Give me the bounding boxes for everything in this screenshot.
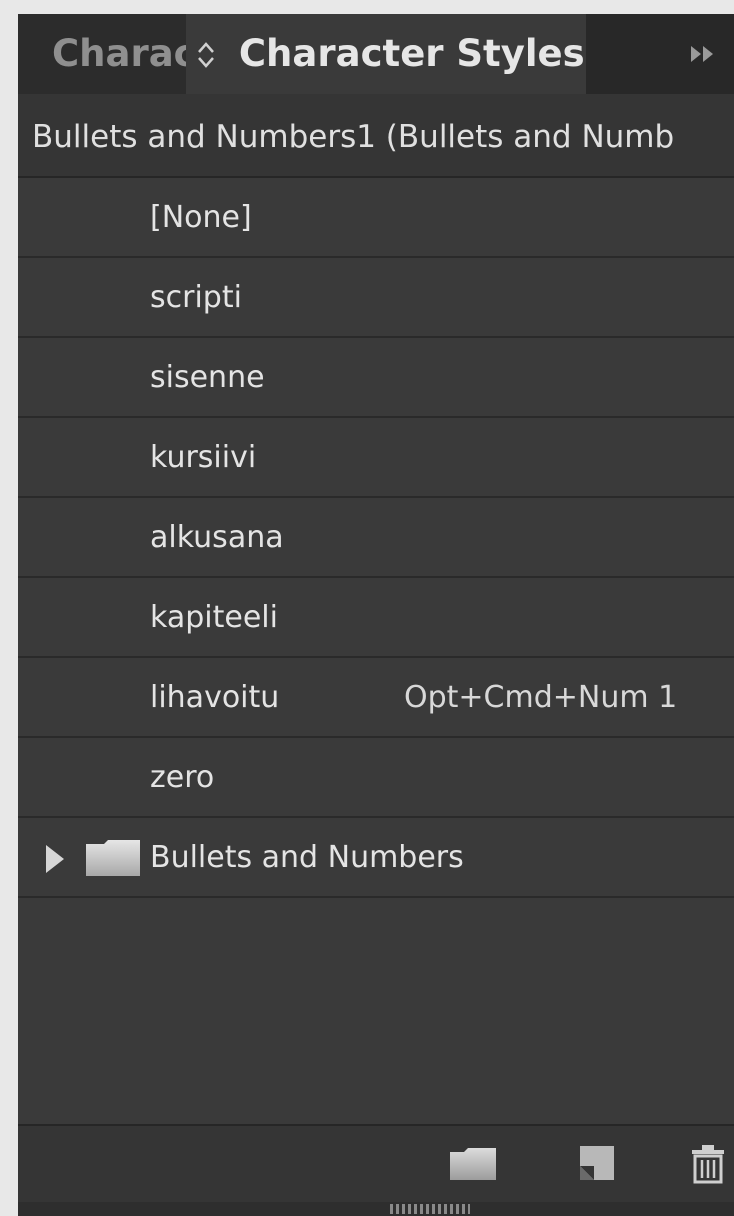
list-item-kapiteeli[interactable]: kapiteeli bbox=[18, 578, 734, 658]
list-item-scripti[interactable]: scripti bbox=[18, 258, 734, 338]
grip-lines bbox=[390, 1204, 470, 1214]
tab-character[interactable]: Charac bbox=[18, 14, 186, 94]
list-item-lihavoitu[interactable]: lihavoitu Opt+Cmd+Num 1 bbox=[18, 658, 734, 738]
updown-arrows-icon bbox=[196, 14, 226, 94]
current-style-header: Bullets and Numbers1 (Bullets and Numb bbox=[18, 94, 734, 178]
style-name: [None] bbox=[150, 200, 252, 235]
new-style-group-icon[interactable] bbox=[448, 1144, 498, 1184]
style-name: scripti bbox=[150, 280, 242, 315]
list-item-alkusana[interactable]: alkusana bbox=[18, 498, 734, 578]
style-group-bullets-and-numbers[interactable]: Bullets and Numbers bbox=[18, 818, 734, 898]
style-shortcut: Opt+Cmd+Num 1 bbox=[404, 680, 678, 715]
list-item-sisenne[interactable]: sisenne bbox=[18, 338, 734, 418]
folder-icon bbox=[86, 840, 140, 876]
collapse-panel-button[interactable] bbox=[678, 14, 728, 94]
style-name: alkusana bbox=[150, 520, 284, 555]
panel-tab-bar: Charac Character Styles bbox=[18, 14, 734, 94]
style-name: sisenne bbox=[150, 360, 265, 395]
new-style-icon[interactable] bbox=[574, 1144, 618, 1184]
style-list: [None] scripti sisenne kursiivi alkusana… bbox=[18, 178, 734, 898]
list-item-zero[interactable]: zero bbox=[18, 738, 734, 818]
panel-footer bbox=[18, 1124, 734, 1204]
list-item-kursiivi[interactable]: kursiivi bbox=[18, 418, 734, 498]
trash-icon[interactable] bbox=[688, 1144, 728, 1184]
style-group-name: Bullets and Numbers bbox=[150, 840, 464, 875]
style-name: kapiteeli bbox=[150, 600, 278, 635]
character-styles-panel: Charac Character Styles Bullets and Numb… bbox=[18, 14, 734, 1216]
style-name: zero bbox=[150, 760, 215, 795]
current-style-title: Bullets and Numbers1 (Bullets and Numb bbox=[32, 119, 675, 155]
tab-character-styles[interactable]: Character Styles bbox=[186, 14, 586, 94]
tab-character-label: Charac bbox=[52, 32, 186, 75]
tab-character-styles-label: Character Styles bbox=[238, 32, 585, 75]
style-name: lihavoitu bbox=[150, 680, 280, 715]
resize-grip[interactable] bbox=[18, 1202, 734, 1216]
list-item-none[interactable]: [None] bbox=[18, 178, 734, 258]
disclosure-triangle-icon[interactable] bbox=[46, 845, 64, 873]
double-chevron-right-icon bbox=[691, 46, 713, 62]
style-name: kursiivi bbox=[150, 440, 257, 475]
